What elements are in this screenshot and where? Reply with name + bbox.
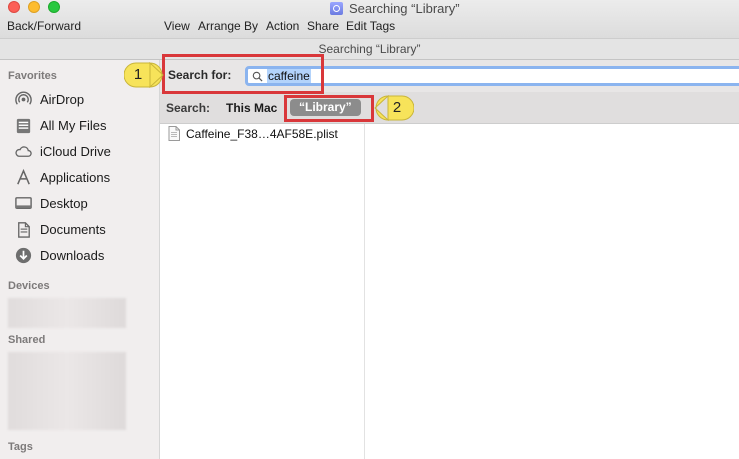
sidebar-item-all-my-files[interactable]: All My Files: [14, 114, 154, 136]
callout-number: 2: [392, 99, 402, 116]
desktop-icon: [14, 194, 33, 213]
downloads-icon: [14, 246, 33, 265]
sidebar-item-documents[interactable]: Documents: [14, 218, 154, 240]
all-my-files-icon: [14, 116, 33, 135]
sidebar-item-label: AirDrop: [40, 91, 85, 107]
sidebar-item-desktop[interactable]: Desktop: [14, 192, 154, 214]
back-forward-button[interactable]: Back/Forward: [7, 19, 81, 33]
sidebar-item-downloads[interactable]: Downloads: [14, 244, 154, 266]
favorites-heading: Favorites: [8, 70, 57, 82]
window-title-text: Searching “Library”: [349, 0, 460, 16]
documents-icon: [14, 220, 33, 239]
callout-number: 1: [133, 66, 143, 83]
edit-tags-button[interactable]: Edit Tags: [346, 19, 395, 33]
close-window-button[interactable]: [8, 1, 20, 13]
devices-heading: Devices: [8, 280, 50, 292]
action-button[interactable]: Action: [266, 19, 299, 33]
minimize-window-button[interactable]: [28, 1, 40, 13]
list-item[interactable]: Caffeine_F38…4AF58E.plist: [168, 126, 338, 141]
sidebar-item-label: Applications: [40, 169, 111, 185]
annotation-callout-1: 1: [124, 62, 164, 88]
tags-heading: Tags: [8, 441, 33, 453]
redacted-devices: [8, 298, 126, 328]
scope-this-mac-button[interactable]: This Mac: [226, 101, 277, 115]
smart-folder-icon: [330, 1, 343, 15]
sidebar: Favorites AirDrop All My Files iCloud Dr…: [0, 60, 160, 459]
file-name: Caffeine_F38…4AF58E.plist: [186, 126, 338, 141]
path-bar: Searching “Library”: [0, 38, 739, 60]
sidebar-item-airdrop[interactable]: AirDrop: [14, 88, 154, 110]
applications-icon: [14, 168, 33, 187]
zoom-window-button[interactable]: [48, 1, 60, 13]
share-button[interactable]: Share: [307, 19, 339, 33]
title-bar: Searching “Library” Back/Forward View Ar…: [0, 0, 739, 38]
sidebar-item-applications[interactable]: Applications: [14, 166, 154, 188]
sidebar-item-label: Desktop: [40, 195, 88, 211]
sidebar-item-label: iCloud Drive: [40, 143, 111, 159]
sidebar-item-label: All My Files: [40, 117, 107, 133]
search-scope-bar: Search: This Mac “Library”: [160, 92, 739, 124]
results-column: Caffeine_F38…4AF58E.plist: [160, 124, 365, 459]
airdrop-icon: [14, 90, 33, 109]
annotation-callout-2: 2: [374, 95, 414, 121]
plist-file-icon: [168, 126, 180, 141]
annotation-box-library-scope: [284, 95, 374, 122]
sidebar-item-icloud-drive[interactable]: iCloud Drive: [14, 140, 154, 162]
redacted-shared: [8, 352, 126, 430]
shared-heading: Shared: [8, 334, 46, 346]
sidebar-item-label: Downloads: [40, 247, 105, 263]
sidebar-item-label: Documents: [40, 221, 106, 237]
arrange-by-button[interactable]: Arrange By: [198, 19, 258, 33]
view-button[interactable]: View: [164, 19, 190, 33]
cloud-icon: [14, 142, 33, 161]
annotation-box-search-for: [162, 54, 324, 94]
search-scope-label: Search:: [166, 101, 211, 115]
window-title: Searching “Library”: [330, 0, 460, 16]
